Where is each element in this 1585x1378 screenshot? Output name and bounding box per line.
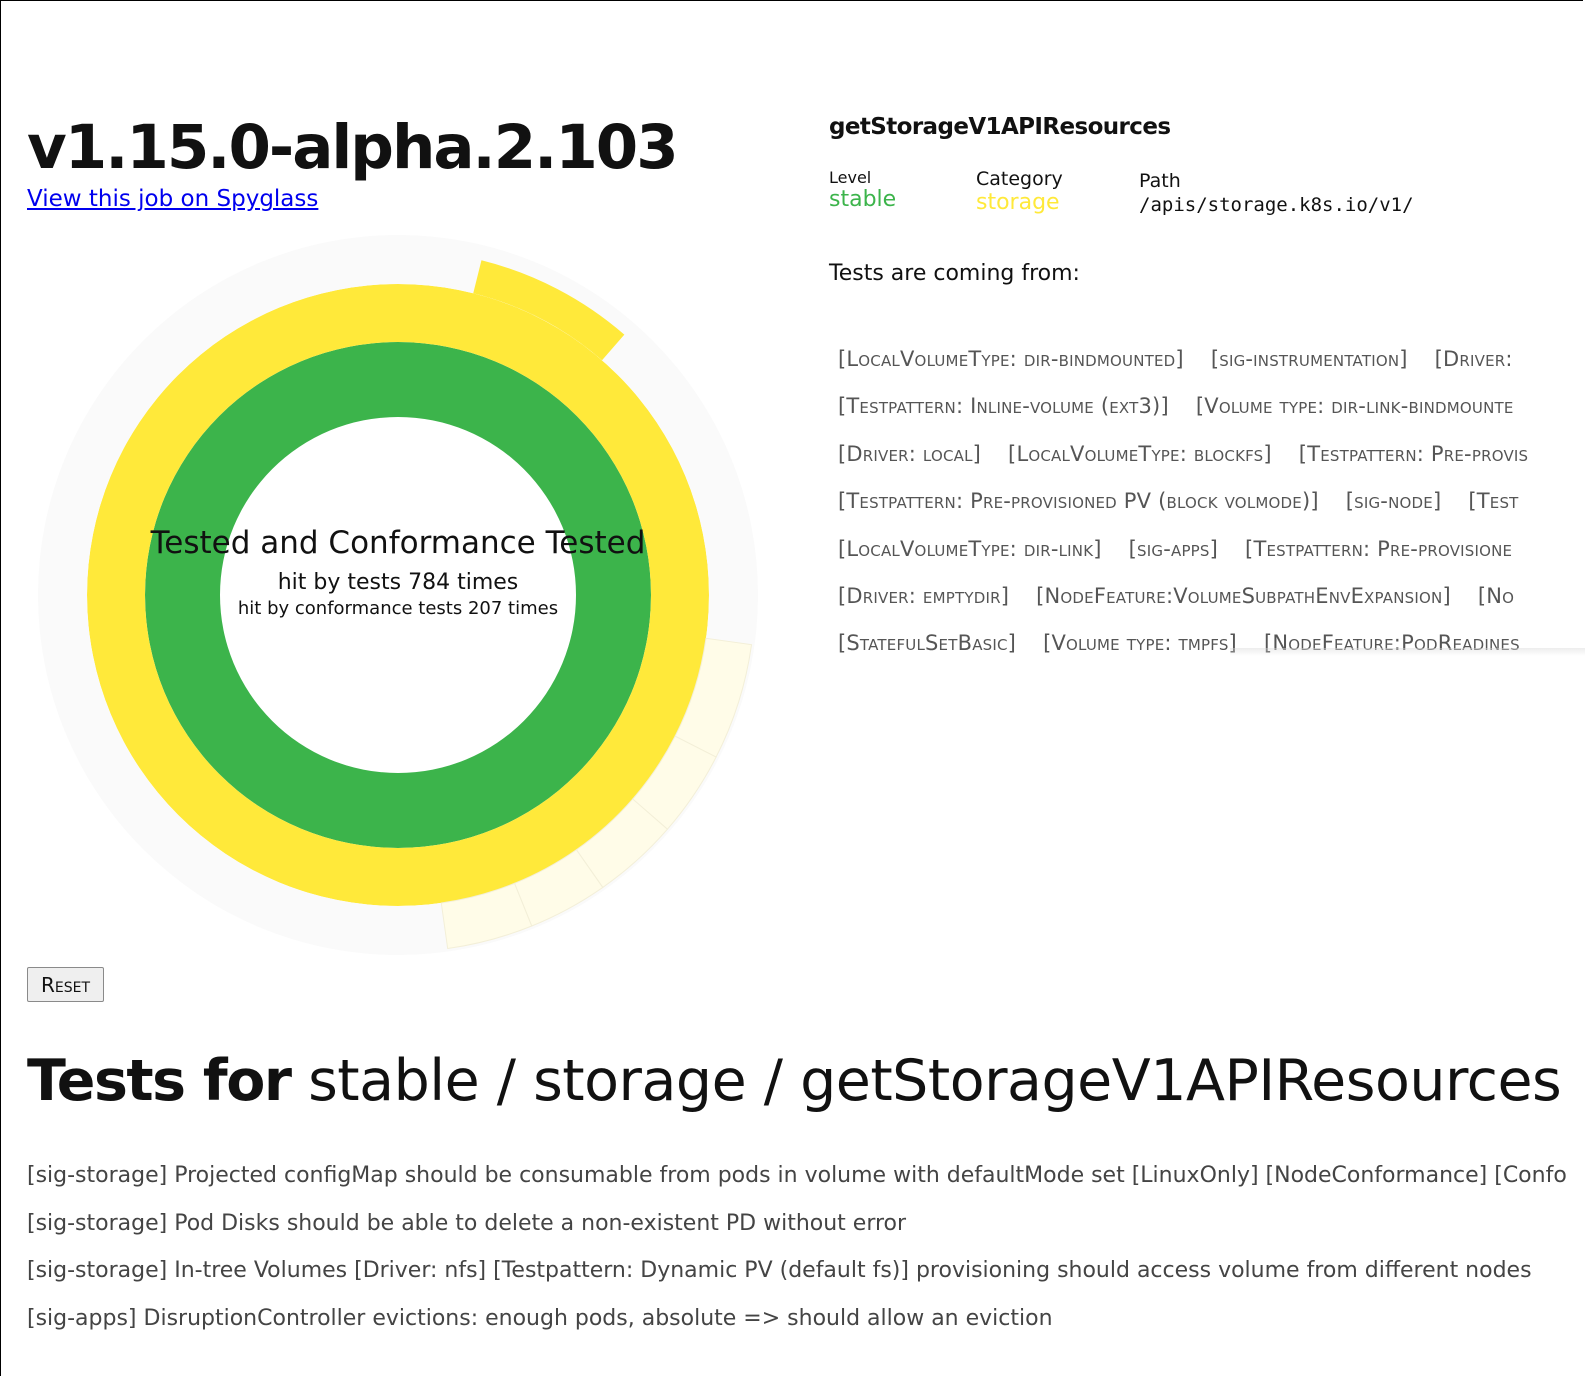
- test-tag[interactable]: [No: [1478, 574, 1514, 618]
- tag-row: [LocalVolumeType: dir-link] [sig-apps] [Te…: [838, 527, 1585, 574]
- level-field: Level stable: [829, 168, 896, 212]
- level-value: stable: [829, 187, 897, 212]
- test-tag[interactable]: [Driver: local]: [838, 432, 981, 476]
- test-tag[interactable]: [sig-instrumentation]: [1211, 337, 1408, 381]
- version-title: v1.15.0-alpha.2.103: [27, 112, 679, 183]
- sunburst-arcs[interactable]: [38, 235, 758, 955]
- tag-row: [LocalVolumeType: dir-bindmounted] [sig-i…: [838, 337, 1585, 384]
- test-tag[interactable]: [sig-apps]: [1129, 527, 1218, 571]
- path-label: Path: [1139, 170, 1181, 192]
- test-item[interactable]: [sig-storage] Projected configMap should…: [27, 1163, 1585, 1211]
- test-tag[interactable]: [Testpattern: Pre-provisioned PV (block …: [838, 479, 1319, 523]
- path-field: Path /apis/storage.k8s.io/v1/: [1139, 168, 1414, 216]
- category-value: storage: [976, 190, 1060, 215]
- test-item[interactable]: [sig-storage] Pod Disks should be able t…: [27, 1211, 1585, 1259]
- test-tag[interactable]: [NodeFeature:VolumeSubpathEnvExpansion]: [1036, 574, 1451, 618]
- test-list: [sig-storage] Projected configMap should…: [27, 1163, 1585, 1353]
- tests-from-label: Tests are coming from:: [829, 261, 1080, 286]
- test-tag[interactable]: [sig-node]: [1346, 479, 1442, 523]
- category-field: Category storage: [976, 168, 1063, 215]
- tests-heading: Tests for stable / storage / getStorageV…: [27, 1048, 1562, 1114]
- test-tag[interactable]: [LocalVolumeType: blockfs]: [1008, 432, 1272, 476]
- tag-row: [Driver: emptydir] [NodeFeature:VolumeSub…: [838, 574, 1585, 621]
- endpoint-name: getStorageV1APIResources: [829, 114, 1171, 140]
- path-value: /apis/storage.k8s.io/v1/: [1139, 194, 1414, 216]
- tag-row: [Testpattern: Inline-volume (ext3)] [Volu…: [838, 384, 1585, 431]
- test-tag[interactable]: [Testpattern: Pre-provisione: [1245, 527, 1512, 571]
- spyglass-link[interactable]: View this job on Spyglass: [27, 186, 318, 212]
- sunburst-center-title: Tested and Conformance Tested: [150, 525, 646, 561]
- tests-heading-bold: Tests for: [27, 1048, 292, 1114]
- tag-cloud-fade: [1230, 648, 1585, 656]
- test-tag[interactable]: [Driver: emptydir]: [838, 574, 1009, 618]
- sunburst-hits-label: hit by tests 784 times: [278, 570, 519, 595]
- test-tag[interactable]: [Testpattern: Pre-provis: [1299, 432, 1528, 476]
- sunburst-arc-inner-0[interactable]: [145, 342, 651, 848]
- tag-row: [Testpattern: Pre-provisioned PV (block …: [838, 479, 1585, 526]
- sunburst-conformance-label: hit by conformance tests 207 times: [238, 598, 558, 619]
- category-label: Category: [976, 168, 1063, 190]
- level-label: Level: [829, 168, 872, 187]
- reset-button[interactable]: Reset: [27, 967, 104, 1002]
- test-tag[interactable]: [Volume type: dir-link-bindmounte: [1196, 384, 1514, 428]
- test-item[interactable]: [sig-apps] DisruptionController eviction…: [27, 1306, 1585, 1354]
- tests-heading-path: stable / storage / getStorageV1APIResour…: [290, 1048, 1562, 1114]
- test-tag-cloud: [LocalVolumeType: dir-bindmounted] [sig-i…: [838, 337, 1585, 659]
- test-item[interactable]: [sig-storage] In-tree Volumes [Driver: n…: [27, 1258, 1585, 1306]
- test-tag[interactable]: [Testpattern: Inline-volume (ext3)]: [838, 384, 1169, 428]
- test-tag[interactable]: [LocalVolumeType: dir-link]: [838, 527, 1102, 571]
- test-tag[interactable]: [Test: [1468, 479, 1518, 523]
- test-tag[interactable]: [LocalVolumeType: dir-bindmounted]: [838, 337, 1184, 381]
- test-tag[interactable]: [Driver:: [1435, 337, 1513, 381]
- test-tag[interactable]: [StatefulSetBasic]: [838, 621, 1016, 659]
- tag-row: [Driver: local] [LocalVolumeType: blockfs…: [838, 432, 1585, 479]
- sunburst-chart[interactable]: Tested and Conformance Tested hit by tes…: [20, 230, 780, 960]
- test-tag[interactable]: [Volume type: tmpfs]: [1043, 621, 1237, 659]
